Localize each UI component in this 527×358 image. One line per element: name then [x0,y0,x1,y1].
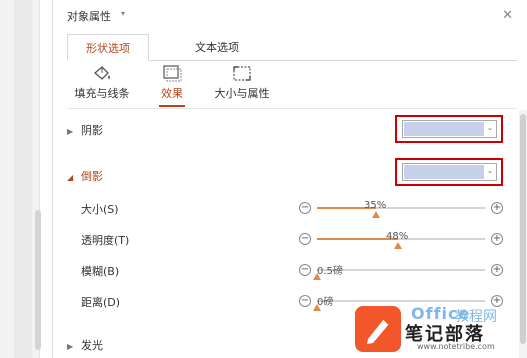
size-increase-button[interactable]: + [491,202,503,214]
collapse-arrow-icon: ◢ [67,173,74,182]
panel-title: 对象属性 [67,10,111,23]
subtab-fill-line-label: 填充与线条 [74,87,130,100]
reflection-preset-highlight: ⌄ [395,158,503,186]
transparency-value: 48% [386,231,409,242]
blur-value: 0.5磅 [317,266,343,277]
distance-slider[interactable]: 0磅 [313,297,485,311]
section-glow[interactable]: ▶ 发光 [67,337,103,353]
distance-label: 距离(D) [81,296,121,309]
reflection-preset-swatch [404,165,484,179]
transparency-increase-button[interactable]: + [491,233,503,245]
subtab-size-properties[interactable]: 大小与属性 [209,62,275,101]
section-shadow-label: 阴影 [81,124,103,137]
section-glow-label: 发光 [81,339,103,352]
expand-arrow-icon: ▶ [67,127,74,136]
tab-shape-options[interactable]: 形状选项 [67,34,149,61]
fill-bucket-icon [94,66,110,80]
reflection-preset-dropdown[interactable]: ⌄ [402,163,497,181]
size-value: 35% [364,200,387,211]
distance-decrease-button[interactable]: − [299,295,311,307]
tab-text-options[interactable]: 文本选项 [177,34,257,61]
reflection-blur-row: 模糊(B) − 0.5磅 + [81,261,511,281]
section-shadow[interactable]: ▶ 阴影 [67,122,103,138]
effect-subtabs: 填充与线条 效果 大小与属性 [53,62,527,107]
pen-logo-icon [355,306,401,352]
size-slider-thumb[interactable] [372,211,380,218]
panel-scrollbar-thumb[interactable] [520,114,526,344]
expand-arrow-icon: ▶ [67,342,74,351]
size-icon [233,66,251,81]
panel-scrollbar[interactable] [519,110,527,358]
effects-icon [163,65,182,82]
section-reflection-label: 倒影 [81,170,103,183]
distance-value: 0磅 [317,297,334,308]
blur-increase-button[interactable]: + [491,264,503,276]
document-edge [0,0,41,358]
transparency-decrease-button[interactable]: − [299,233,311,245]
watermark-url: www.notetribe.com [417,342,495,351]
divider [67,108,517,109]
watermark-logo: Office 教程网 笔记部落 www.notetribe.com [355,304,519,354]
close-icon[interactable]: ✕ [502,8,513,23]
object-properties-panel: 对象属性 ▾ ✕ 形状选项 文本选项 填充与线条 效果 大小与属性 ▶ 阴影 ⌄… [52,0,527,358]
blur-label: 模糊(B) [81,265,120,278]
shadow-preset-swatch [404,122,484,136]
shadow-preset-highlight: ⌄ [395,115,503,143]
transparency-slider[interactable]: 48% [317,231,485,249]
section-reflection[interactable]: ◢ 倒影 [67,168,103,184]
blur-slider[interactable]: 0.5磅 [313,266,485,280]
title-menu-chevron-icon[interactable]: ▾ [121,9,125,18]
subtab-fill-line[interactable]: 填充与线条 [65,62,139,101]
size-label: 大小(S) [81,203,119,216]
document-margin [14,0,32,358]
reflection-transparency-row: 透明度(T) − 48% + [81,230,511,250]
shadow-preset-dropdown[interactable]: ⌄ [402,120,497,138]
options-tabs: 形状选项 文本选项 [67,34,517,61]
reflection-size-row: 大小(S) − 35% + [81,199,511,219]
chevron-down-icon: ⌄ [487,124,493,132]
chevron-down-icon: ⌄ [487,167,493,175]
transparency-slider-thumb[interactable] [394,242,402,249]
size-decrease-button[interactable]: − [299,202,311,214]
document-scrollbar[interactable] [35,210,41,350]
subtab-size-properties-label: 大小与属性 [214,87,270,100]
size-slider[interactable]: 35% [317,200,485,218]
subtab-effects[interactable]: 效果 [157,62,187,107]
transparency-label: 透明度(T) [81,234,130,247]
subtab-effects-label: 效果 [161,87,183,100]
blur-decrease-button[interactable]: − [299,264,311,276]
